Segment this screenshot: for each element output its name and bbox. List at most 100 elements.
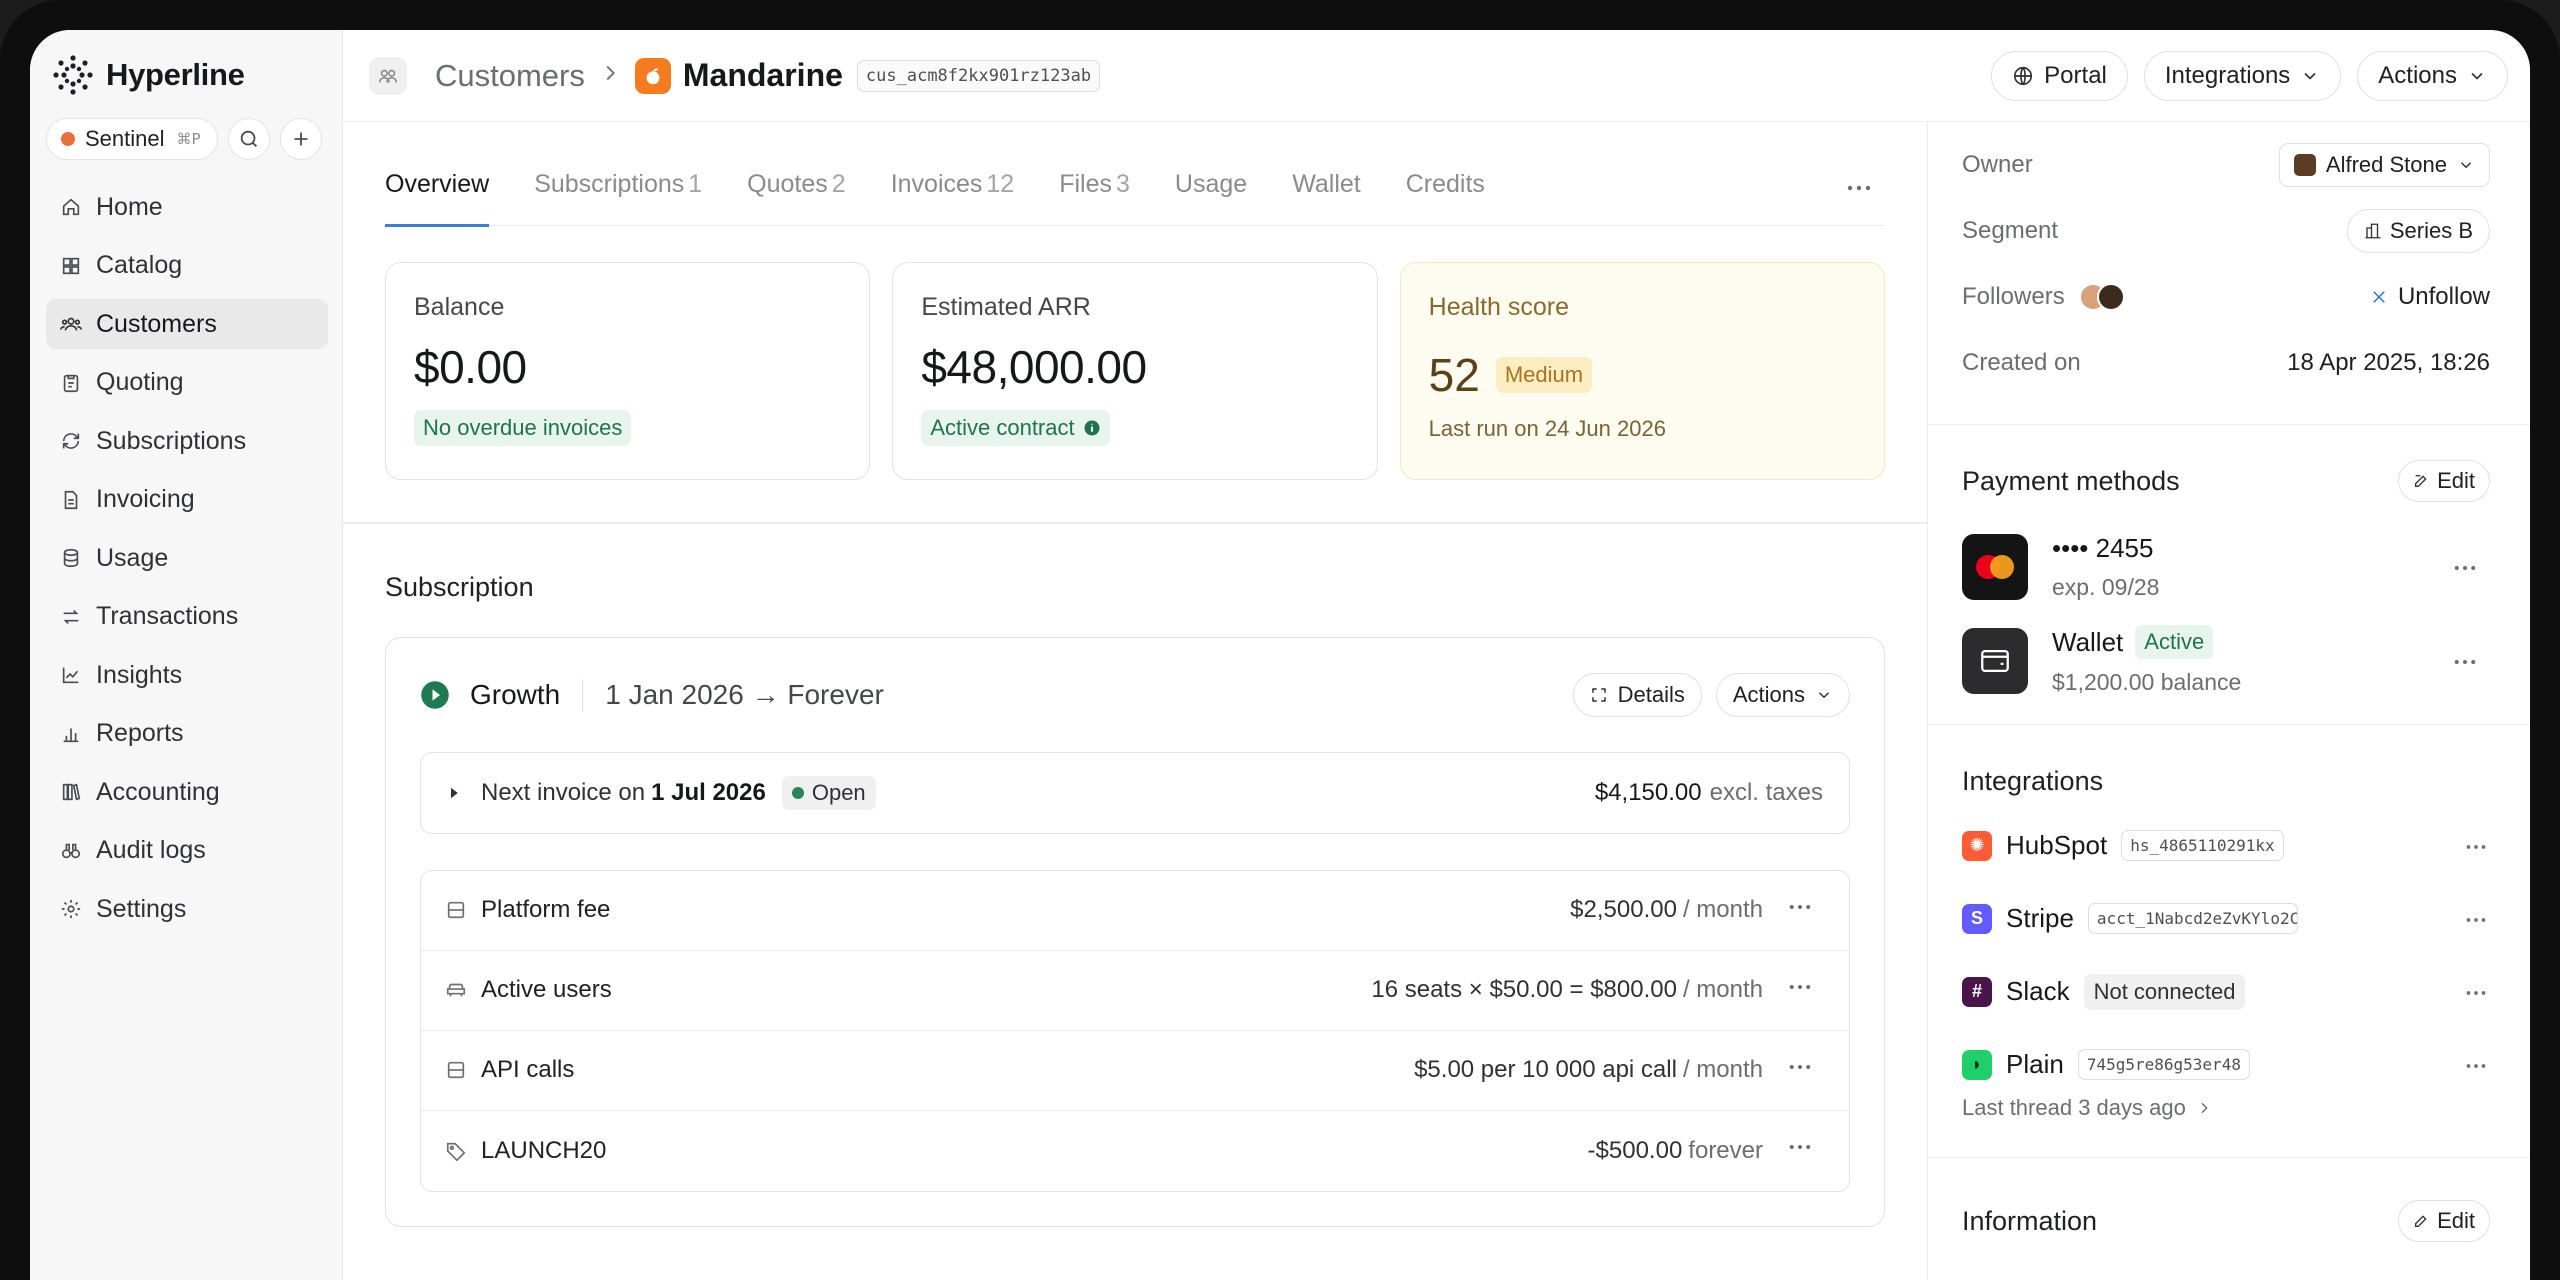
sidebar-item-label: Audit logs — [96, 836, 206, 864]
field-label: Segment — [1962, 217, 2059, 244]
sidebar-item-reports[interactable]: Reports — [46, 709, 328, 759]
expand-icon — [1591, 687, 1606, 702]
integration-id[interactable]: hs_4865110291kx — [2121, 830, 2284, 861]
integrations-button[interactable]: Integrations — [2143, 50, 2342, 101]
tab-label: Wallet — [1292, 170, 1361, 198]
sidebar-item-label: Customers — [96, 309, 217, 338]
subscription-actions-button[interactable]: Actions — [1715, 672, 1850, 717]
portal-button[interactable]: Portal — [1991, 50, 2128, 101]
sidebar-item-label: Quoting — [96, 368, 184, 396]
tab-files[interactable]: Files 3 — [1059, 170, 1130, 225]
arrows-icon — [63, 609, 79, 624]
subscription-lines: Platform fee $2,500.00/ month Active use… — [420, 869, 1850, 1192]
sidebar-item-catalog[interactable]: Catalog — [46, 241, 328, 291]
users-icon — [60, 317, 82, 331]
sidebar-item-invoicing[interactable]: Invoicing — [46, 475, 328, 525]
sidebar-item-insights[interactable]: Insights — [46, 650, 328, 700]
database-icon — [63, 548, 79, 568]
ellipsis-icon[interactable] — [1789, 1056, 1825, 1085]
edit-payment-methods-button[interactable]: Edit — [2398, 460, 2490, 502]
tab-credits[interactable]: Credits — [1406, 170, 1485, 225]
payment-method-wallet[interactable]: Wallet Active $1,200.00 balance — [1962, 625, 2490, 696]
customers-crumb-icon[interactable] — [369, 56, 407, 95]
ellipsis-icon[interactable] — [1789, 896, 1825, 925]
sidebar-item-customers[interactable]: Customers — [46, 299, 328, 349]
brand[interactable]: Hyperline — [46, 52, 328, 98]
tab-subscriptions[interactable]: Subscriptions 1 — [534, 170, 702, 225]
ellipsis-icon[interactable] — [1789, 1136, 1825, 1165]
sidebar-item-subscriptions[interactable]: Subscriptions — [46, 416, 328, 466]
plan-name: Growth — [470, 678, 561, 710]
info-icon[interactable] — [1083, 419, 1101, 437]
sidebar-item-quoting[interactable]: Quoting — [46, 358, 328, 408]
customer-tabs: Overview Subscriptions 1 Quotes 2 Invoices… — [385, 122, 1885, 227]
bar-chart-icon — [63, 728, 79, 742]
sidebar-item-label: Reports — [96, 719, 184, 747]
customer-id[interactable]: cus_acm8f2kx901rz123ab — [856, 59, 1101, 92]
main-panel: Customers Mandarine cus_acm8f2kx901rz123… — [342, 30, 2530, 1280]
ellipsis-icon[interactable] — [2454, 558, 2476, 576]
unfollow-button[interactable]: Unfollow — [2370, 283, 2490, 311]
portal-label: Portal — [2044, 61, 2107, 89]
ellipsis-icon[interactable] — [2466, 1056, 2486, 1074]
brand-name: Hyperline — [106, 57, 245, 92]
slack-icon: # — [1962, 976, 1992, 1007]
table-row[interactable]: Active users 16 seats × $50.00 = $800.00… — [421, 951, 1849, 1031]
tab-overview[interactable]: Overview — [385, 170, 490, 227]
section-title: Payment methods — [1962, 465, 2180, 496]
details-button[interactable]: Details — [1572, 672, 1702, 717]
sidebar-item-accounting[interactable]: Accounting — [46, 767, 328, 817]
table-row[interactable]: LAUNCH20 -$500.00 forever — [421, 1111, 1849, 1191]
integration-id[interactable]: 745g5re86g53er48 — [2077, 1049, 2250, 1080]
tab-wallet[interactable]: Wallet — [1292, 170, 1361, 225]
add-button[interactable] — [279, 118, 322, 160]
owner-select[interactable]: Alfred Stone — [2278, 143, 2490, 187]
status-badge: No overdue invoices — [414, 410, 632, 446]
plain-icon: ◗ — [1962, 1049, 1992, 1080]
table-row[interactable]: API calls $5.00 per 10 000 api call / mon… — [421, 1031, 1849, 1111]
line-price: $5.00 per 10 000 api call / month — [1414, 1056, 1763, 1083]
integration-slack[interactable]: # Slack Not connected — [1962, 955, 2490, 1028]
sidebar-item-label: Catalog — [96, 251, 183, 279]
integration-plain[interactable]: ◗ Plain 745g5re86g53er48 — [1962, 1028, 2490, 1101]
ellipsis-icon[interactable] — [2466, 837, 2486, 855]
ellipsis-icon[interactable] — [2454, 652, 2476, 670]
sidebar-item-settings[interactable]: Settings — [46, 884, 328, 934]
avatar — [2096, 283, 2125, 311]
tab-usage[interactable]: Usage — [1175, 170, 1247, 225]
ellipsis-icon[interactable] — [2466, 983, 2486, 1001]
more-tabs-button[interactable] — [1847, 179, 1871, 197]
wallet-icon — [1962, 627, 2028, 694]
integration-id[interactable]: acct_1Nabcd2eZvKYlo2C — [2087, 903, 2298, 934]
sidebar-item-usage[interactable]: Usage — [46, 533, 328, 583]
arr-value: $48,000.00 — [921, 341, 1147, 393]
health-score-value: 52 — [1428, 349, 1480, 401]
followers-avatars[interactable] — [2078, 283, 2125, 311]
tab-label: Credits — [1405, 170, 1485, 198]
card-number: •••• 2455 — [2052, 533, 2154, 563]
segment-select[interactable]: Series B — [2346, 209, 2490, 253]
sidebar-item-audit-logs[interactable]: Audit logs — [46, 826, 328, 876]
next-invoice-row[interactable]: Next invoice on 1 Jul 2026 Open $4,150.0… — [420, 751, 1850, 834]
books-icon — [62, 783, 81, 801]
ellipsis-icon[interactable] — [2466, 910, 2486, 928]
edit-information-button[interactable]: Edit — [2398, 1200, 2490, 1242]
integration-stripe[interactable]: S Stripe acct_1Nabcd2eZvKYlo2C — [1962, 882, 2490, 955]
integration-hubspot[interactable]: ✺ HubSpot hs_4865110291kx — [1962, 809, 2490, 882]
tab-quotes[interactable]: Quotes 2 — [747, 170, 846, 225]
table-row[interactable]: Platform fee $2,500.00/ month — [421, 871, 1849, 951]
file-icon — [64, 490, 78, 509]
actions-button[interactable]: Actions — [2357, 50, 2508, 101]
tab-invoices[interactable]: Invoices 12 — [891, 170, 1015, 225]
line-name: API calls — [481, 1056, 575, 1083]
last-thread-link[interactable]: Last thread 3 days ago — [1962, 1095, 2490, 1121]
section-title: Integrations — [1962, 765, 2104, 796]
ellipsis-icon[interactable] — [1789, 976, 1825, 1005]
payment-method-card[interactable]: •••• 2455 exp. 09/28 — [1962, 533, 2490, 601]
sidebar-item-home[interactable]: Home — [46, 182, 328, 232]
sidebar-item-transactions[interactable]: Transactions — [46, 592, 328, 642]
breadcrumb-customers[interactable]: Customers — [435, 58, 585, 94]
workspace-switcher[interactable]: Sentinel ⌘P — [46, 118, 218, 160]
customer-avatar — [634, 57, 671, 94]
search-button[interactable] — [227, 118, 270, 160]
